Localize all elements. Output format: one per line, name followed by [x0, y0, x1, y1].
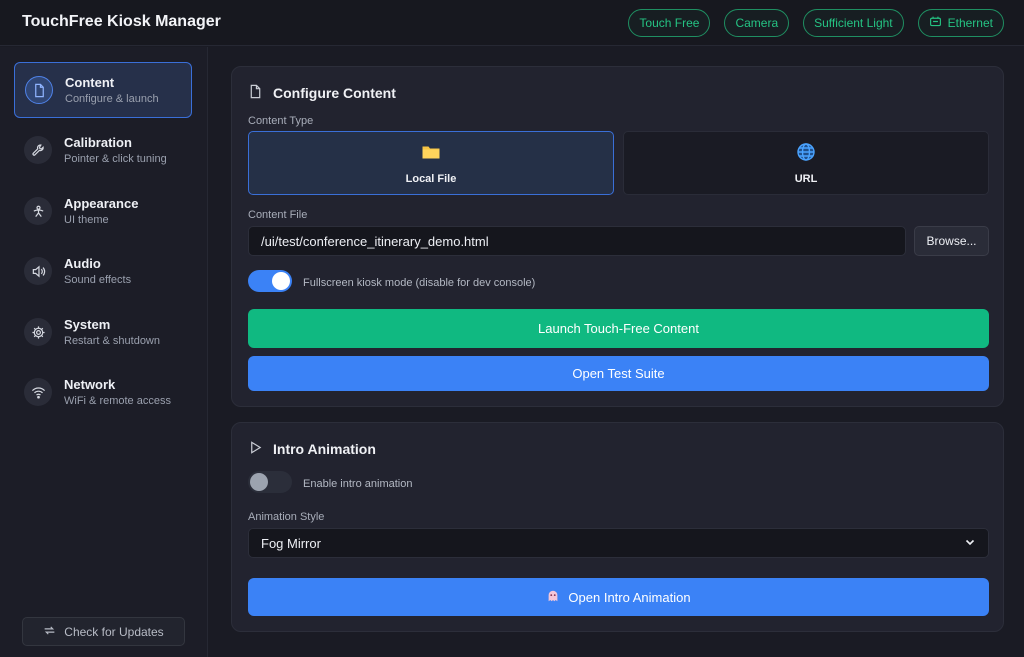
animation-style-label: Animation Style	[248, 511, 325, 523]
speaker-icon	[24, 257, 52, 285]
intro-animation-label: Enable intro animation	[303, 478, 413, 490]
card-title-text: Intro Animation	[273, 441, 376, 457]
content-file-label: Content File	[248, 209, 308, 221]
gear-icon	[24, 318, 52, 346]
sidebar-item-label: Audio	[64, 256, 101, 271]
content-file-value: /ui/test/conference_itinerary_demo.html	[261, 233, 489, 249]
status-ethernet: Ethernet	[917, 9, 1004, 37]
tile-label: Local File	[405, 172, 457, 185]
intro-animation-title: Intro Animation	[248, 440, 376, 458]
sidebar-item-label: System	[64, 317, 111, 332]
configure-content-title: Configure Content	[248, 84, 396, 102]
status-label: Sufficient Light	[814, 16, 893, 30]
wifi-icon	[24, 378, 52, 406]
top-bar: TouchFree Kiosk Manager Touch Free Camer…	[0, 0, 1024, 46]
sidebar-item-appearance[interactable]: Appearance UI theme	[14, 183, 192, 239]
sidebar-item-audio[interactable]: Audio Sound effects	[14, 243, 192, 299]
sidebar-item-sub: Configure & launch	[65, 93, 159, 105]
content-type-label: Content Type	[248, 115, 314, 127]
sidebar-item-system[interactable]: System Restart & shutdown	[14, 304, 192, 360]
check-updates-button[interactable]: Check for Updates	[22, 617, 185, 646]
ethernet-icon	[929, 15, 942, 31]
configure-content-card: Configure Content Content Type Local Fil…	[231, 66, 1004, 407]
intro-animation-toggle[interactable]	[248, 471, 292, 493]
status-touch-free: Touch Free	[628, 9, 711, 37]
globe-icon	[796, 142, 816, 167]
person-icon	[24, 197, 52, 225]
toggle-knob	[272, 272, 290, 290]
ghost-icon	[546, 589, 560, 606]
sidebar-item-content[interactable]: Content Configure & launch	[14, 62, 192, 118]
sidebar-item-sub: WiFi & remote access	[64, 395, 171, 407]
sidebar-item-label: Calibration	[64, 135, 132, 150]
status-pills: Touch Free Camera Sufficient Light Ether…	[628, 9, 1004, 37]
status-label: Ethernet	[947, 16, 993, 30]
app-title: TouchFree Kiosk Manager	[22, 13, 221, 30]
status-label: Camera	[735, 16, 779, 30]
folder-icon	[421, 142, 441, 167]
tile-label: URL	[794, 172, 818, 185]
sidebar-item-network[interactable]: Network WiFi & remote access	[14, 364, 192, 420]
sidebar-item-sub: Pointer & click tuning	[64, 153, 167, 165]
browse-button[interactable]: Browse...	[914, 226, 989, 256]
content-type-url[interactable]: URL	[623, 131, 989, 195]
launch-content-button[interactable]: Launch Touch-Free Content	[248, 309, 989, 348]
play-icon	[248, 440, 263, 458]
status-camera: Camera	[724, 9, 790, 37]
card-title-text: Configure Content	[273, 85, 396, 101]
sidebar-item-sub: Sound effects	[64, 274, 132, 286]
check-updates-label: Check for Updates	[64, 624, 164, 639]
sidebar-item-label: Network	[64, 377, 116, 392]
chevron-down-icon	[964, 536, 976, 551]
wrench-icon	[24, 136, 52, 164]
fullscreen-label: Fullscreen kiosk mode (disable for dev c…	[303, 277, 536, 289]
intro-animation-card: Intro Animation Enable intro animation A…	[231, 422, 1004, 632]
document-icon	[248, 84, 263, 102]
sidebar-item-calibration[interactable]: Calibration Pointer & click tuning	[14, 122, 192, 178]
open-intro-label: Open Intro Animation	[568, 589, 691, 605]
status-light: Sufficient Light	[803, 9, 904, 37]
refresh-icon	[43, 624, 56, 640]
open-intro-animation-button[interactable]: Open Intro Animation	[248, 578, 989, 616]
sidebar-item-label: Appearance	[64, 196, 139, 211]
sidebar-item-label: Content	[65, 75, 115, 90]
document-icon	[25, 76, 53, 104]
content-file-input[interactable]: /ui/test/conference_itinerary_demo.html	[248, 226, 906, 256]
toggle-knob	[250, 473, 268, 491]
open-test-suite-button[interactable]: Open Test Suite	[248, 356, 989, 391]
animation-style-select[interactable]: Fog Mirror	[248, 528, 989, 558]
sidebar-item-sub: Restart & shutdown	[64, 335, 160, 347]
content-type-local-file[interactable]: Local File	[248, 131, 614, 195]
status-label: Touch Free	[639, 16, 700, 30]
animation-style-value: Fog Mirror	[261, 535, 321, 551]
fullscreen-toggle[interactable]	[248, 270, 292, 292]
sidebar: Content Configure & launch Calibration P…	[0, 47, 208, 657]
sidebar-item-sub: UI theme	[64, 214, 109, 226]
